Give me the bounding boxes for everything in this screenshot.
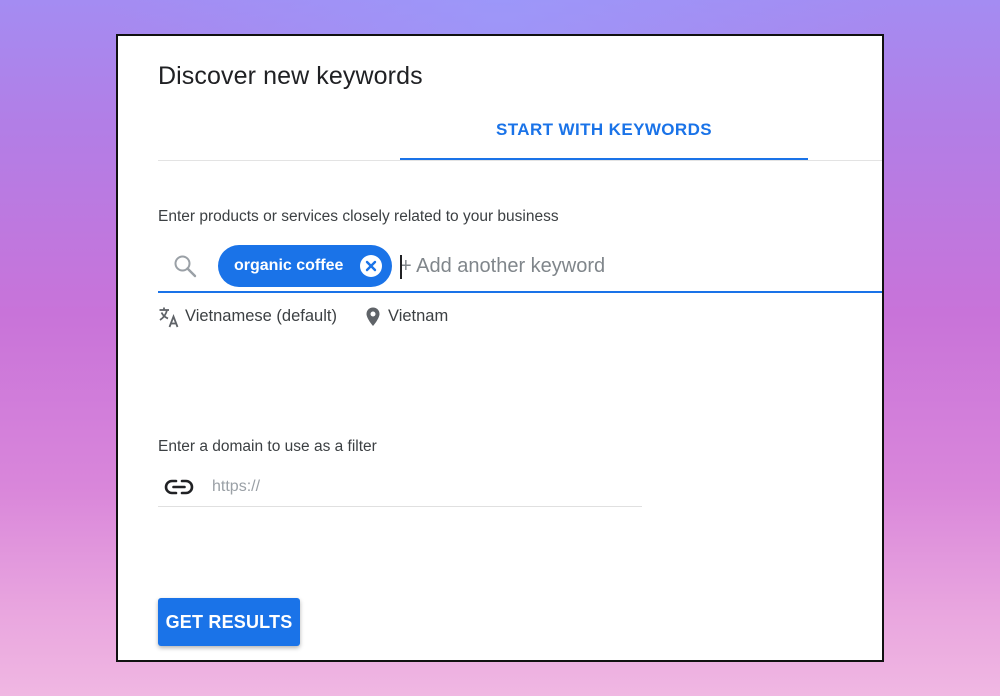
domain-input[interactable] <box>212 472 632 502</box>
page-title: Discover new keywords <box>158 62 423 90</box>
language-label: Vietnamese (default) <box>185 307 337 325</box>
keyword-chip[interactable]: organic coffee <box>218 245 392 287</box>
discover-keywords-panel: Discover new keywords START WITH KEYWORD… <box>116 34 884 662</box>
tab-start-with-keywords[interactable]: START WITH KEYWORDS <box>400 98 808 160</box>
keywords-label: Enter products or services closely relat… <box>158 208 559 225</box>
tab-divider <box>158 160 882 161</box>
domain-filter-label: Enter a domain to use as a filter <box>158 438 377 455</box>
location-pin-icon <box>364 306 382 328</box>
close-circle-icon[interactable] <box>360 255 382 277</box>
domain-input-row[interactable] <box>158 466 642 507</box>
search-icon <box>172 253 198 279</box>
get-results-button[interactable]: GET RESULTS <box>158 598 300 646</box>
text-caret <box>400 255 402 279</box>
add-keyword-input[interactable] <box>400 247 860 285</box>
link-icon <box>164 475 194 499</box>
location-label: Vietnam <box>388 307 449 325</box>
translate-icon <box>158 306 180 328</box>
keywords-input-row[interactable]: organic coffee <box>158 241 882 293</box>
location-selector[interactable]: Vietnam <box>364 304 464 330</box>
language-selector[interactable]: Vietnamese (default) <box>158 304 354 330</box>
keyword-chip-label: organic coffee <box>234 257 344 274</box>
